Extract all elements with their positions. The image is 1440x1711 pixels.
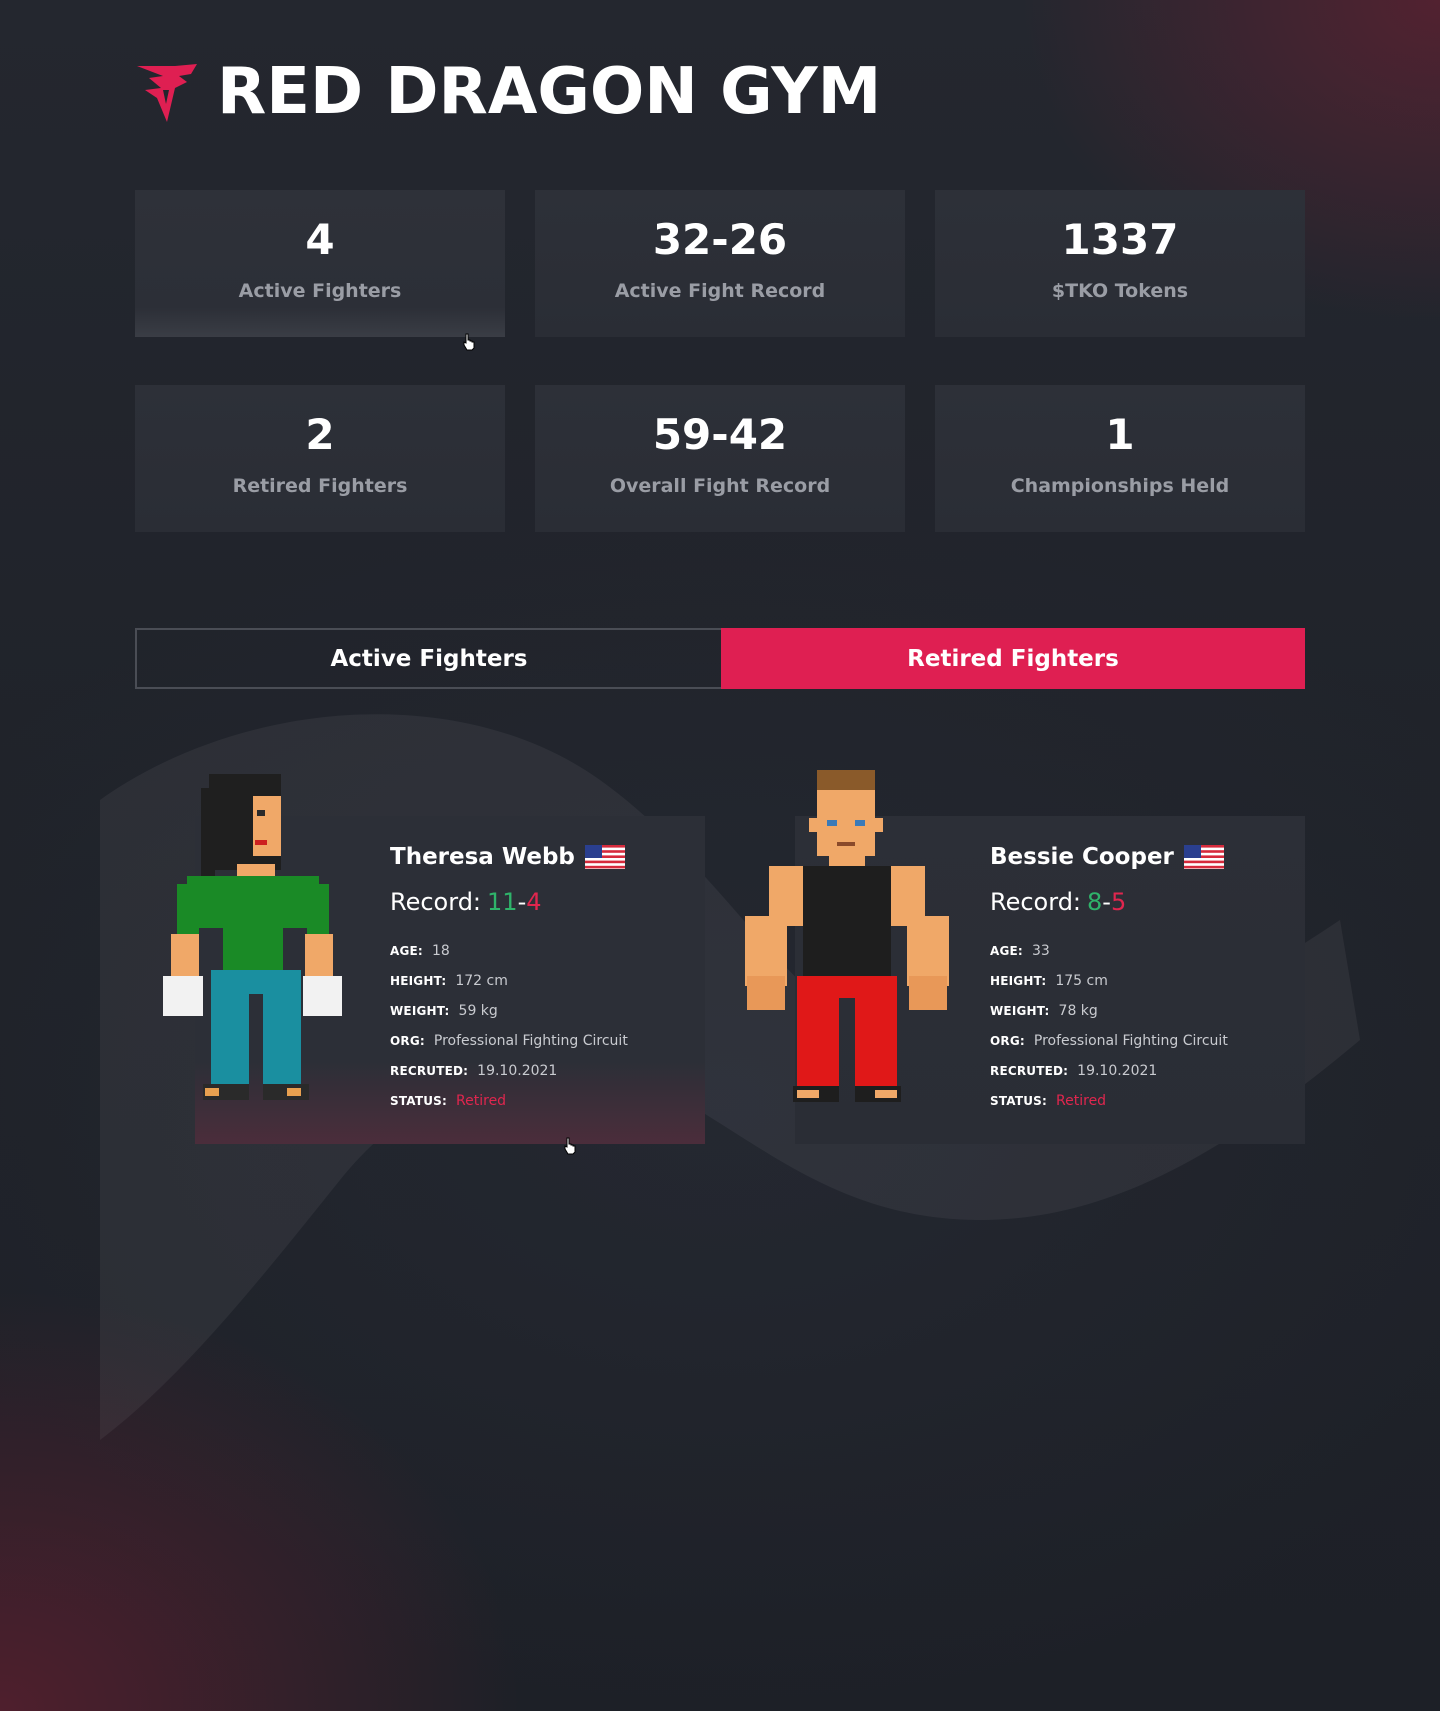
stat-label: Championships Held xyxy=(1010,475,1230,497)
stat-active-fighters: 4 Active Fighters xyxy=(135,190,505,337)
detail-key: AGE: xyxy=(990,944,1023,958)
stat-value: 4 xyxy=(305,215,335,264)
status-badge: Retired xyxy=(1056,1093,1107,1109)
detail-key: WEIGHT: xyxy=(990,1004,1050,1018)
detail-recruited: RECRUTED: 19.10.2021 xyxy=(390,1056,690,1086)
detail-weight: WEIGHT: 78 kg xyxy=(990,996,1290,1026)
fighter-info: Theresa Webb Record: 11 - 4 AGE: 18 HEIGH… xyxy=(390,842,690,1116)
fighter-tabs: Active Fighters Retired Fighters xyxy=(135,628,1305,689)
detail-value: 175 cm xyxy=(1055,973,1108,989)
detail-value: 172 cm xyxy=(455,973,508,989)
stat-tko-tokens: 1337 $TKO Tokens xyxy=(935,190,1305,337)
detail-key: AGE: xyxy=(390,944,423,958)
fighter-name: Theresa Webb xyxy=(390,844,575,870)
fighter-details: AGE: 18 HEIGHT: 172 cm WEIGHT: 59 kg ORG: Pr… xyxy=(390,936,690,1116)
record-wins: 8 xyxy=(1087,888,1103,916)
fighter-name: Bessie Cooper xyxy=(990,844,1174,870)
fighter-details: AGE: 33 HEIGHT: 175 cm WEIGHT: 78 kg ORG: Pr… xyxy=(990,936,1290,1116)
detail-value: 19.10.2021 xyxy=(1077,1063,1158,1079)
detail-value: 78 kg xyxy=(1058,1003,1098,1019)
stat-label: Retired Fighters xyxy=(232,475,408,497)
fighter-record: Record: 11 - 4 xyxy=(390,886,690,918)
stat-value: 2 xyxy=(305,410,335,459)
stat-value: 1337 xyxy=(1061,215,1179,264)
stat-label: Active Fight Record xyxy=(614,280,826,302)
detail-org: ORG: Professional Fighting Circuit xyxy=(990,1026,1290,1056)
fighter-record: Record: 8 - 5 xyxy=(990,886,1290,918)
dragon-logo-icon xyxy=(137,64,197,122)
stat-value: 32-26 xyxy=(652,215,788,264)
record-wins: 11 xyxy=(487,888,518,916)
detail-key: HEIGHT: xyxy=(990,974,1047,988)
detail-value: 18 xyxy=(431,943,450,959)
detail-height: HEIGHT: 172 cm xyxy=(390,966,690,996)
fighter-name-row: Bessie Cooper xyxy=(990,842,1290,872)
stat-label: Overall Fight Record xyxy=(609,475,831,497)
detail-recruited: RECRUTED: 19.10.2021 xyxy=(990,1056,1290,1086)
record-losses: 5 xyxy=(1110,888,1127,916)
detail-value: 33 xyxy=(1031,943,1050,959)
detail-org: ORG: Professional Fighting Circuit xyxy=(390,1026,690,1056)
detail-key: WEIGHT: xyxy=(390,1004,450,1018)
stat-retired-fighters: 2 Retired Fighters xyxy=(135,385,505,532)
record-label: Record: xyxy=(390,888,482,916)
detail-value: Professional Fighting Circuit xyxy=(1033,1033,1228,1049)
detail-key: ORG: xyxy=(390,1034,425,1048)
pointer-cursor-icon xyxy=(463,333,475,351)
detail-key: STATUS: xyxy=(390,1094,448,1108)
detail-height: HEIGHT: 175 cm xyxy=(990,966,1290,996)
detail-age: AGE: 18 xyxy=(390,936,690,966)
record-separator: - xyxy=(517,888,527,916)
stat-active-fight-record: 32-26 Active Fight Record xyxy=(535,190,905,337)
record-separator: - xyxy=(1102,888,1111,916)
stat-label: Active Fighters xyxy=(238,280,402,302)
stat-overall-fight-record: 59-42 Overall Fight Record xyxy=(535,385,905,532)
us-flag-icon xyxy=(584,845,625,869)
stat-value: 59-42 xyxy=(652,410,788,459)
fighter-avatar xyxy=(745,770,949,1102)
detail-value: 59 kg xyxy=(458,1003,498,1019)
detail-key: HEIGHT: xyxy=(390,974,447,988)
fighter-name-row: Theresa Webb xyxy=(390,842,690,872)
us-flag-icon xyxy=(1183,845,1224,869)
tab-active-fighters[interactable]: Active Fighters xyxy=(135,628,721,689)
record-losses: 4 xyxy=(526,888,542,916)
fighter-info: Bessie Cooper Record: 8 - 5 AGE: 33 HEIGH… xyxy=(990,842,1290,1116)
fighter-avatar xyxy=(163,774,342,1100)
detail-key: RECRUTED: xyxy=(990,1064,1069,1078)
detail-weight: WEIGHT: 59 kg xyxy=(390,996,690,1026)
detail-status: STATUS: Retired xyxy=(390,1086,690,1116)
detail-key: RECRUTED: xyxy=(390,1064,469,1078)
detail-value: 19.10.2021 xyxy=(477,1063,558,1079)
detail-status: STATUS: Retired xyxy=(990,1086,1290,1116)
detail-key: STATUS: xyxy=(990,1094,1048,1108)
stat-value: 1 xyxy=(1105,410,1135,459)
tab-retired-fighters[interactable]: Retired Fighters xyxy=(721,628,1305,689)
detail-value: Professional Fighting Circuit xyxy=(433,1033,628,1049)
header: RED DRAGON GYM xyxy=(135,52,881,132)
detail-key: ORG: xyxy=(990,1034,1025,1048)
record-label: Record: xyxy=(990,888,1082,916)
pointer-cursor-icon xyxy=(564,1137,576,1155)
status-badge: Retired xyxy=(456,1093,507,1109)
stat-championships-held: 1 Championships Held xyxy=(935,385,1305,532)
stat-label: $TKO Tokens xyxy=(1051,280,1189,302)
gym-title: RED DRAGON GYM xyxy=(217,55,882,129)
detail-age: AGE: 33 xyxy=(990,936,1290,966)
